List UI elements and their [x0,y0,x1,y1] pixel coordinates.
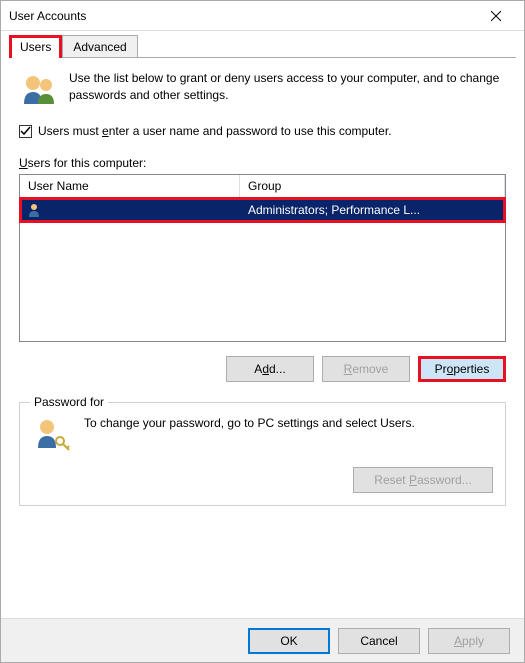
dialog-footer: OK Cancel Apply [1,618,524,662]
tab-advanced[interactable]: Advanced [62,35,137,58]
selected-row-highlight: Administrators; Performance L... [19,197,506,223]
user-buttons-row: Add... Remove Properties [19,356,506,382]
require-password-checkbox[interactable] [19,125,32,138]
column-username[interactable]: User Name [20,175,240,197]
titlebar: User Accounts [1,1,524,31]
password-fieldset-legend: Password for [30,395,108,409]
users-list[interactable]: User Name Group Administrators; Performa… [19,174,506,342]
require-password-label: Users must enter a user name and passwor… [38,124,392,138]
window-title: User Accounts [9,9,476,23]
users-list-label: Users for this computer: [19,156,506,170]
require-password-checkbox-row: Users must enter a user name and passwor… [19,124,506,138]
apply-button: Apply [428,628,510,654]
tab-users[interactable]: Users [9,35,62,58]
row-group: Administrators; Performance L... [244,201,503,219]
tab-content: Use the list below to grant or deny user… [1,58,524,518]
password-help-text: To change your password, go to PC settin… [84,415,415,432]
user-icon [26,202,42,218]
user-accounts-dialog: User Accounts Users Advanced Use the lis… [0,0,525,663]
ok-button[interactable]: OK [248,628,330,654]
remove-button: Remove [322,356,410,382]
row-username [46,208,244,212]
close-button[interactable] [476,2,516,30]
cancel-button[interactable]: Cancel [338,628,420,654]
intro-text: Use the list below to grant or deny user… [69,70,506,110]
close-icon [491,11,501,21]
intro-row: Use the list below to grant or deny user… [19,70,506,110]
tab-users-label: Users [20,40,51,54]
properties-button[interactable]: Properties [418,356,506,382]
table-row[interactable]: Administrators; Performance L... [22,200,503,220]
key-user-icon [32,415,72,455]
reset-password-button: Reset Password... [353,467,493,493]
add-button[interactable]: Add... [226,356,314,382]
tab-bar: Users Advanced [1,31,524,58]
tab-advanced-label: Advanced [73,40,126,54]
checkmark-icon [20,126,31,137]
column-group[interactable]: Group [240,175,505,197]
users-icon [19,70,59,110]
users-list-header: User Name Group [20,175,505,198]
password-fieldset: Password for To change your password, go… [19,402,506,506]
